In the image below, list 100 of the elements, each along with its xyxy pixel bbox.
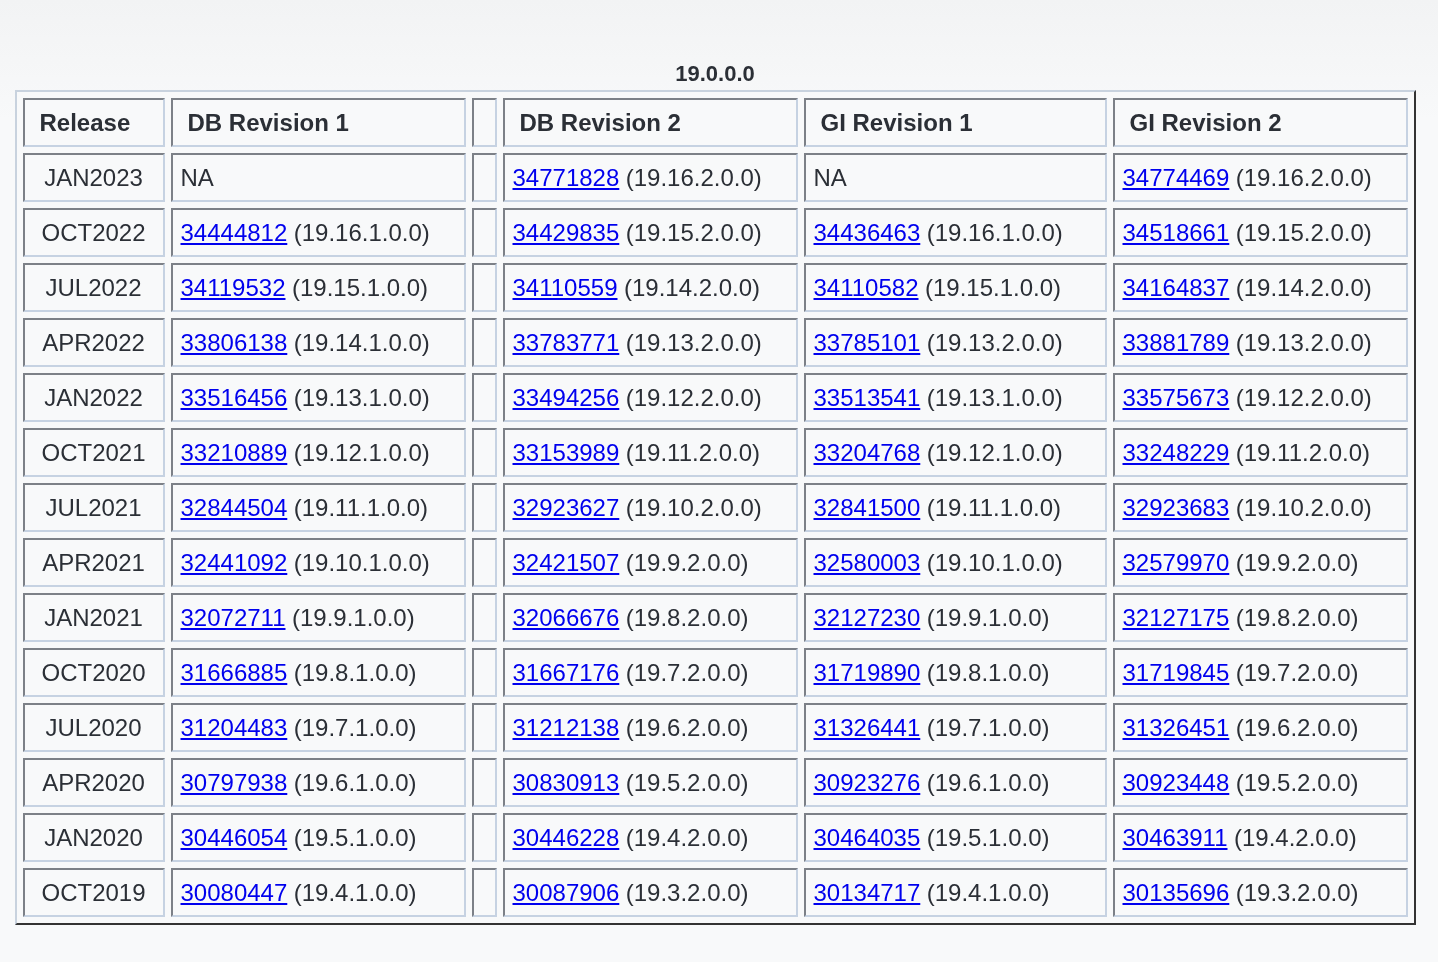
version-text: (19.10.2.0.0) xyxy=(1235,493,1372,521)
patch-link[interactable]: 32844504 xyxy=(180,493,288,521)
table-cell: JAN2020 xyxy=(22,813,165,862)
table-cell xyxy=(471,318,497,367)
patch-link[interactable]: 32066676 xyxy=(512,603,620,631)
patch-link[interactable]: 33783771 xyxy=(512,328,620,356)
version-text: (19.15.2.0.0) xyxy=(625,218,762,246)
patch-link[interactable]: 34110582 xyxy=(813,273,919,301)
patch-link[interactable]: 32421507 xyxy=(512,548,620,576)
version-text: (19.12.1.0.0) xyxy=(926,438,1063,466)
patch-link[interactable]: 32127175 xyxy=(1122,603,1230,631)
version-text: (19.6.2.0.0) xyxy=(625,713,749,741)
patch-link[interactable]: 31667176 xyxy=(512,658,620,686)
patch-link[interactable]: 30080447 xyxy=(180,878,288,906)
patch-link[interactable]: 31719890 xyxy=(813,658,921,686)
patch-link[interactable]: 34436463 xyxy=(813,218,921,246)
table-cell: OCT2022 xyxy=(22,208,165,257)
patch-link[interactable]: 32072711 xyxy=(180,603,286,631)
table-cell xyxy=(471,373,497,422)
patch-link[interactable]: 32579970 xyxy=(1122,548,1230,576)
patch-link[interactable]: 31666885 xyxy=(180,658,288,686)
table-cell xyxy=(471,208,497,257)
version-text: (19.9.2.0.0) xyxy=(625,548,749,576)
version-text: (19.16.1.0.0) xyxy=(926,218,1063,246)
table-cell xyxy=(471,703,497,752)
patch-link[interactable]: 30830913 xyxy=(512,768,620,796)
table-cell: OCT2021 xyxy=(22,428,165,477)
table-cell: JAN2022 xyxy=(22,373,165,422)
patch-link[interactable]: 30446228 xyxy=(512,823,620,851)
version-text: (19.12.2.0.0) xyxy=(625,383,762,411)
patch-link[interactable]: 32841500 xyxy=(813,493,921,521)
patch-link[interactable]: 33806138 xyxy=(180,328,288,356)
table-cell: OCT2020 xyxy=(22,648,165,697)
patch-link[interactable]: 34429835 xyxy=(512,218,620,246)
version-text: (19.9.1.0.0) xyxy=(926,603,1050,631)
patch-link[interactable]: 33516456 xyxy=(180,383,288,411)
version-text: (19.6.2.0.0) xyxy=(1235,713,1359,741)
patch-link[interactable]: 31326441 xyxy=(813,713,921,741)
version-text: (19.14.1.0.0) xyxy=(293,328,430,356)
version-text: (19.16.2.0.0) xyxy=(625,163,762,191)
table-cell: OCT2019 xyxy=(22,868,165,917)
patch-link[interactable]: 33204768 xyxy=(813,438,921,466)
patch-link[interactable]: 32441092 xyxy=(180,548,288,576)
table-cell xyxy=(471,648,497,697)
table-cell xyxy=(471,483,497,532)
patch-link[interactable]: 34119532 xyxy=(180,273,286,301)
version-text: (19.13.2.0.0) xyxy=(1235,328,1372,356)
version-text: (19.8.2.0.0) xyxy=(625,603,749,631)
patch-link[interactable]: 34771828 xyxy=(512,163,620,191)
patch-link[interactable]: 30797938 xyxy=(180,768,288,796)
table-cell: APR2020 xyxy=(22,758,165,807)
version-text: (19.10.2.0.0) xyxy=(625,493,762,521)
patch-link[interactable]: 30087906 xyxy=(512,878,620,906)
version-text: (19.5.2.0.0) xyxy=(1235,768,1359,796)
patch-link[interactable]: 33575673 xyxy=(1122,383,1230,411)
patch-link[interactable]: 30923276 xyxy=(813,768,921,796)
version-text: (19.7.2.0.0) xyxy=(625,658,749,686)
table-cell xyxy=(471,263,497,312)
table-cell xyxy=(471,538,497,587)
patch-link[interactable]: 33513541 xyxy=(813,383,921,411)
patch-link[interactable]: 33248229 xyxy=(1122,438,1230,466)
version-text: (19.7.1.0.0) xyxy=(293,713,417,741)
patch-link[interactable]: 34110559 xyxy=(512,273,618,301)
patch-link[interactable]: 32923683 xyxy=(1122,493,1230,521)
version-text: (19.8.1.0.0) xyxy=(926,658,1050,686)
patch-link[interactable]: 30463911 xyxy=(1122,823,1228,851)
patch-link[interactable]: 31719845 xyxy=(1122,658,1230,686)
column-header: Release xyxy=(22,98,165,147)
column-header: GI Revision 2 xyxy=(1112,98,1408,147)
version-text: (19.5.2.0.0) xyxy=(625,768,749,796)
patch-link[interactable]: 30446054 xyxy=(180,823,288,851)
table-cell: JAN2021 xyxy=(22,593,165,642)
patch-link[interactable]: 33785101 xyxy=(813,328,921,356)
patch-link[interactable]: 33494256 xyxy=(512,383,620,411)
patch-link[interactable]: 34774469 xyxy=(1122,163,1230,191)
patch-link[interactable]: 30134717 xyxy=(813,878,921,906)
patch-link[interactable]: 33881789 xyxy=(1122,328,1230,356)
patch-link[interactable]: 33210889 xyxy=(180,438,288,466)
header-cell xyxy=(471,98,497,147)
patch-link[interactable]: 30923448 xyxy=(1122,768,1230,796)
table-cell: JUL2022 xyxy=(22,263,165,312)
patch-link[interactable]: 32580003 xyxy=(813,548,921,576)
patch-link[interactable]: 30464035 xyxy=(813,823,921,851)
patch-link[interactable]: 31204483 xyxy=(180,713,288,741)
version-text: (19.11.2.0.0) xyxy=(625,438,761,466)
patch-link[interactable]: 30135696 xyxy=(1122,878,1230,906)
column-header: DB Revision 2 xyxy=(502,98,798,147)
version-text: (19.13.2.0.0) xyxy=(625,328,762,356)
patch-link[interactable]: 32127230 xyxy=(813,603,921,631)
version-text: (19.9.2.0.0) xyxy=(1235,548,1359,576)
version-text: (19.13.2.0.0) xyxy=(926,328,1063,356)
patch-link[interactable]: 34164837 xyxy=(1122,273,1230,301)
patch-link[interactable]: 31212138 xyxy=(512,713,620,741)
patch-link[interactable]: 33153989 xyxy=(512,438,620,466)
table-caption: 19.0.0.0 xyxy=(675,60,755,88)
patch-link[interactable]: 34518661 xyxy=(1122,218,1230,246)
version-text: (19.7.2.0.0) xyxy=(1235,658,1359,686)
patch-link[interactable]: 32923627 xyxy=(512,493,620,521)
patch-link[interactable]: 31326451 xyxy=(1122,713,1230,741)
patch-link[interactable]: 34444812 xyxy=(180,218,288,246)
